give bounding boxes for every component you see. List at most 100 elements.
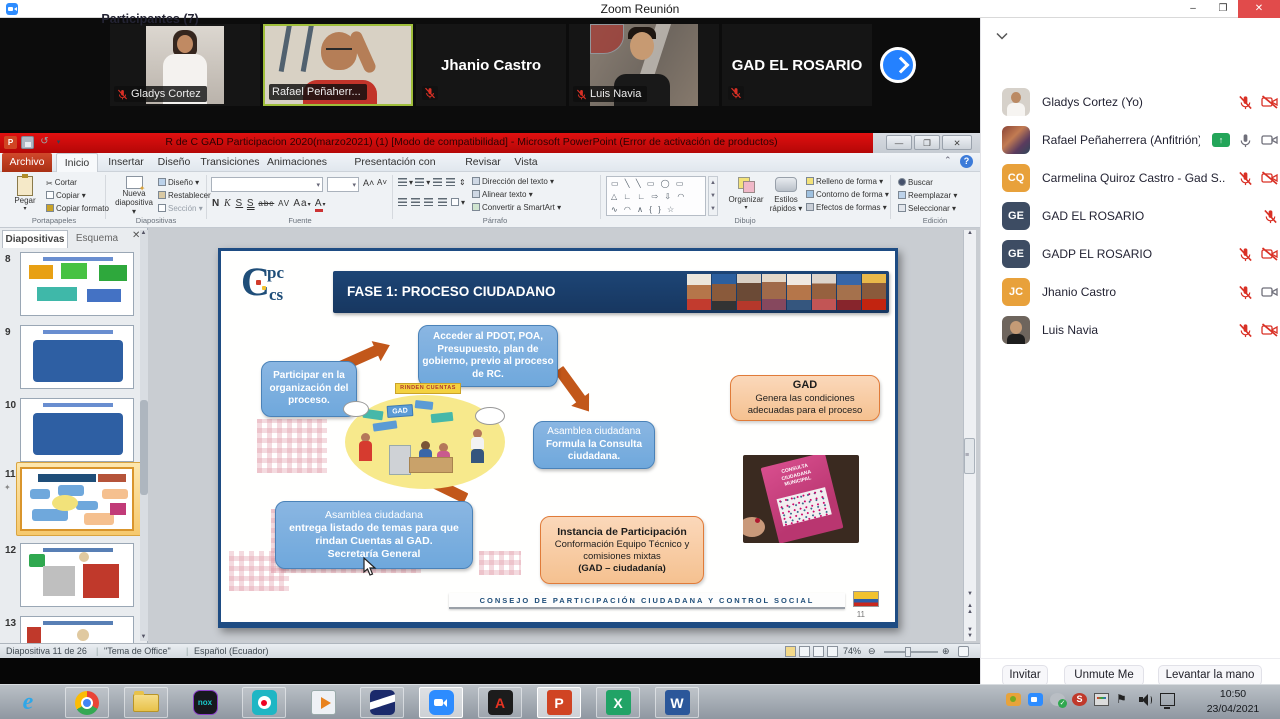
zoom-slider-thumb[interactable]: [905, 647, 911, 657]
reset-slide-button[interactable]: Restablecer: [158, 191, 211, 200]
video-tile-jhanio[interactable]: Jhanio Castro: [416, 24, 566, 106]
tab-insertar[interactable]: Insertar: [102, 153, 150, 172]
section-button[interactable]: Sección ▾: [158, 204, 203, 213]
ppt-restore-icon[interactable]: [914, 135, 940, 150]
tab-diapositivas[interactable]: Diapositivas: [2, 230, 68, 248]
tray-network-icon[interactable]: [1160, 693, 1175, 706]
invite-button[interactable]: Invitar: [1002, 665, 1048, 686]
tab-inicio[interactable]: Inicio: [56, 153, 98, 172]
ppt-minimize-icon[interactable]: [886, 135, 912, 150]
participant-row[interactable]: Luis Navia: [1002, 316, 1278, 344]
taskbar-chrome-icon[interactable]: [65, 687, 109, 718]
taskbar-powerpoint-icon[interactable]: P: [537, 687, 581, 718]
view-sorter-icon[interactable]: [799, 646, 810, 657]
raise-hand-button[interactable]: Levantar la mano: [1158, 665, 1262, 686]
video-tile-gad-el-rosario[interactable]: GAD EL ROSARIO: [722, 24, 872, 106]
language-indicator[interactable]: Español (Ecuador): [194, 646, 269, 656]
shape-outline-button[interactable]: Contorno de forma ▾: [806, 190, 889, 199]
view-normal-icon[interactable]: [785, 646, 796, 657]
participant-row[interactable]: GE GADP EL ROSARIO: [1002, 240, 1278, 268]
new-slide-button[interactable]: Nuevadiapositiva ▾: [112, 176, 156, 216]
participant-row[interactable]: Gladys Cortez (Yo): [1002, 88, 1278, 116]
taskbar-acrobat-icon[interactable]: A: [478, 687, 522, 718]
arrange-button[interactable]: Organizar▾: [724, 177, 768, 211]
replace-button[interactable]: Reemplazar ▾: [898, 191, 957, 200]
minimize-icon[interactable]: [1178, 0, 1208, 18]
taskbar-scanner-app-icon[interactable]: [360, 687, 404, 718]
align-text-button[interactable]: Alinear texto ▾: [472, 190, 533, 199]
grow-font-icon[interactable]: A˄: [363, 178, 374, 188]
zoom-out-icon[interactable]: ⊖: [868, 646, 876, 657]
taskbar-file-explorer-icon[interactable]: [124, 687, 168, 718]
taskbar-clock[interactable]: 10:50 23/04/2021: [1188, 687, 1278, 717]
tab-presentacion[interactable]: Presentación con diapositivas: [332, 153, 458, 172]
tray-flag-icon[interactable]: ⚑: [1116, 693, 1131, 706]
collapse-ribbon-icon[interactable]: ⌃: [944, 155, 952, 166]
undo-icon[interactable]: [38, 136, 51, 149]
tray-zoom-icon[interactable]: [1028, 693, 1043, 706]
help-icon[interactable]: ?: [960, 155, 973, 168]
font-name-select[interactable]: ▾: [211, 177, 323, 192]
quick-styles-button[interactable]: Estilosrápidos ▾: [768, 177, 804, 213]
taskbar-word-icon[interactable]: W: [655, 687, 699, 718]
tab-transiciones[interactable]: Transiciones: [198, 153, 262, 172]
paste-button[interactable]: Pegar▾: [8, 176, 42, 212]
shrink-font-icon[interactable]: A˅: [377, 178, 387, 187]
format-painter-button[interactable]: Copiar formato: [46, 204, 109, 213]
view-slideshow-icon[interactable]: [827, 646, 838, 657]
taskbar-zoom-icon[interactable]: [419, 687, 463, 718]
zoom-slider[interactable]: [884, 651, 938, 653]
font-style-buttons[interactable]: N K S S abc AV Aa▾ A▾: [212, 198, 327, 209]
video-tile-luis[interactable]: Luis Navia: [569, 24, 719, 106]
thumbnails-scroll-thumb[interactable]: [140, 400, 148, 495]
taskbar-media-player-icon[interactable]: [301, 687, 345, 718]
taskbar-nox-icon[interactable]: nox: [183, 687, 227, 718]
slide-scroll-thumb[interactable]: ≡: [964, 438, 975, 474]
save-icon[interactable]: [21, 136, 34, 149]
font-size-select[interactable]: ▾: [327, 177, 359, 192]
cut-button[interactable]: ✂Cortar: [46, 178, 77, 188]
select-button[interactable]: Seleccionar ▾: [898, 204, 956, 213]
slide-scrollbar[interactable]: ▲▼▲▲▼▼: [963, 230, 976, 641]
tray-updates-icon[interactable]: ✓: [1050, 693, 1065, 706]
chevron-down-icon[interactable]: [996, 32, 1008, 40]
tab-diseno[interactable]: Diseño: [152, 153, 196, 172]
shapes-gallery[interactable]: ▭ ╲ ╲ ▭ ◯ ▭△ ∟ ∟ ⇨ ⇩ ◠∿ ◠ ∧ { } ☆: [606, 176, 706, 216]
smartart-button[interactable]: Convertir a SmartArt ▾: [472, 203, 561, 212]
participant-row-host[interactable]: Rafael Peñaherrera (Anfitrión) ↑: [1002, 126, 1278, 154]
zoom-in-icon[interactable]: ⊕: [942, 646, 950, 657]
align-icons[interactable]: ▾: [398, 198, 465, 207]
tab-animaciones[interactable]: Animaciones: [264, 153, 330, 172]
taskbar-screen-recorder-icon[interactable]: [242, 687, 286, 718]
tray-camera-icon[interactable]: [1006, 693, 1021, 706]
copy-button[interactable]: Copiar ▾: [46, 191, 86, 200]
tray-screenrec-icon[interactable]: S: [1072, 693, 1087, 706]
slide-layout-button[interactable]: Diseño ▾: [158, 178, 199, 187]
participant-row[interactable]: JC Jhanio Castro: [1002, 278, 1278, 306]
scroll-down-icon[interactable]: ▼: [139, 634, 148, 640]
thumbnail-slide-13[interactable]: 13: [0, 616, 140, 643]
tab-vista[interactable]: Vista: [508, 153, 544, 172]
shape-effects-button[interactable]: Efectos de formas ▾: [806, 203, 887, 212]
view-reading-icon[interactable]: [813, 646, 824, 657]
ppt-close-icon[interactable]: [942, 135, 972, 150]
restore-icon[interactable]: [1208, 0, 1238, 18]
text-direction-button[interactable]: Dirección del texto ▾: [472, 177, 554, 186]
tab-revisar[interactable]: Revisar: [460, 153, 506, 172]
find-button[interactable]: Buscar: [898, 178, 933, 187]
tab-esquema[interactable]: Esquema: [70, 230, 124, 248]
participant-row[interactable]: CQ Carmelina Quiroz Castro - Gad S...: [1002, 164, 1278, 192]
video-tile-gladys[interactable]: Gladys Cortez: [110, 24, 260, 106]
unmute-me-button[interactable]: Unmute Me: [1064, 665, 1144, 686]
taskbar-internet-explorer-icon[interactable]: e: [6, 687, 50, 718]
fit-to-window-icon[interactable]: [958, 646, 969, 657]
shape-fill-button[interactable]: Relleno de forma ▾: [806, 177, 883, 186]
tray-speaker-icon[interactable]: [1138, 693, 1153, 706]
scroll-up-icon[interactable]: ▲: [139, 230, 148, 236]
quickaccess-dropdown-icon[interactable]: [52, 136, 65, 149]
close-icon[interactable]: [1238, 0, 1280, 18]
tray-printer-icon[interactable]: [1094, 693, 1109, 706]
taskbar-excel-icon[interactable]: X: [596, 687, 640, 718]
slide-canvas[interactable]: Cpccs FASE 1: PROCESO CIUDADANO Particip…: [218, 248, 898, 628]
video-tile-rafael[interactable]: Rafael Peñaherr...: [263, 24, 413, 106]
